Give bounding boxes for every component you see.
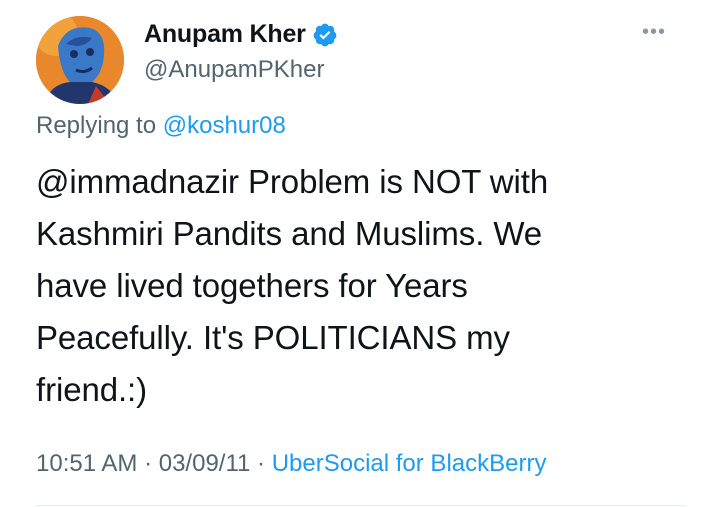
- profile-photo-icon: [36, 16, 124, 104]
- replying-to: Replying to @koshur08: [36, 112, 286, 140]
- author-display-name[interactable]: Anupam Kher: [144, 20, 306, 49]
- replying-to-label: Replying to: [36, 112, 163, 139]
- more-options-button[interactable]: •••: [642, 22, 666, 42]
- tweet-text: @immadnazir Problem is NOT with Kashmiri…: [36, 163, 549, 408]
- tweet-metadata: 10:51 AM · 03/09/11 · UberSocial for Bla…: [36, 450, 546, 478]
- meta-separator: ·: [250, 450, 272, 477]
- tweet-source-link[interactable]: UberSocial for BlackBerry: [272, 450, 547, 477]
- tweet-card: Anupam Kher @AnupamPKher ••• Replying to…: [0, 0, 704, 507]
- author-avatar[interactable]: [36, 16, 124, 104]
- author-handle[interactable]: @AnupamPKher: [144, 56, 324, 84]
- author-name-row[interactable]: Anupam Kher: [144, 20, 338, 49]
- verified-badge-icon: [312, 22, 338, 48]
- tweet-time[interactable]: 10:51 AM: [36, 450, 137, 477]
- ellipsis-icon: •••: [642, 21, 667, 43]
- tweet-date[interactable]: 03/09/11: [159, 450, 251, 477]
- reply-mention-link[interactable]: @koshur08: [163, 112, 286, 139]
- divider: [36, 505, 686, 506]
- meta-separator: ·: [137, 450, 159, 477]
